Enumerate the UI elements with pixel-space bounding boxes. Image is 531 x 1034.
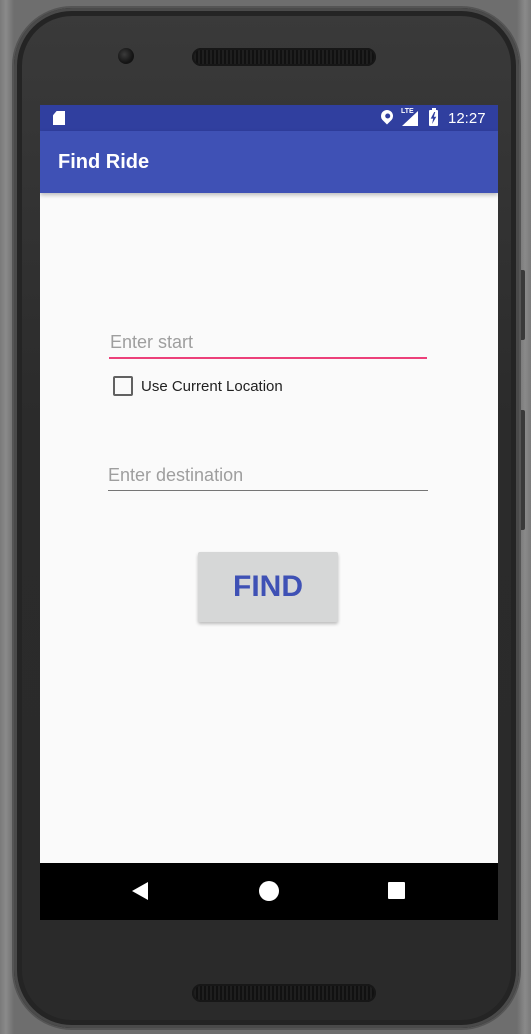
lte-label: LTE [401,108,414,115]
start-input[interactable] [110,327,426,357]
destination-input-underline [108,490,428,491]
status-time: 12:27 [448,110,486,127]
app-bar: Find Ride [40,131,498,193]
phone-side-button-volume [519,410,525,530]
find-button[interactable]: FIND [198,552,338,622]
camera-icon [118,48,134,64]
battery-charging-icon [429,108,438,126]
use-current-location-label: Use Current Location [141,378,283,395]
recents-icon[interactable] [388,882,405,899]
bottom-speaker [192,984,376,1002]
sd-card-icon [53,111,65,125]
destination-input[interactable] [108,460,426,490]
charging-bolt-icon [430,112,437,124]
home-icon[interactable] [259,881,279,901]
start-input-underline [109,357,427,359]
earpiece-speaker [192,48,376,66]
device-screen: LTE 12:27 Find Ride Use Current Location… [40,105,498,920]
navigation-bar [40,863,498,920]
page-title: Find Ride [58,151,150,173]
checkbox-box[interactable] [113,376,133,396]
use-current-location-checkbox[interactable]: Use Current Location [113,375,333,399]
phone-side-button-power [519,270,525,340]
location-icon [378,107,396,125]
back-icon[interactable] [132,882,148,900]
status-bar: LTE 12:27 [40,105,498,131]
